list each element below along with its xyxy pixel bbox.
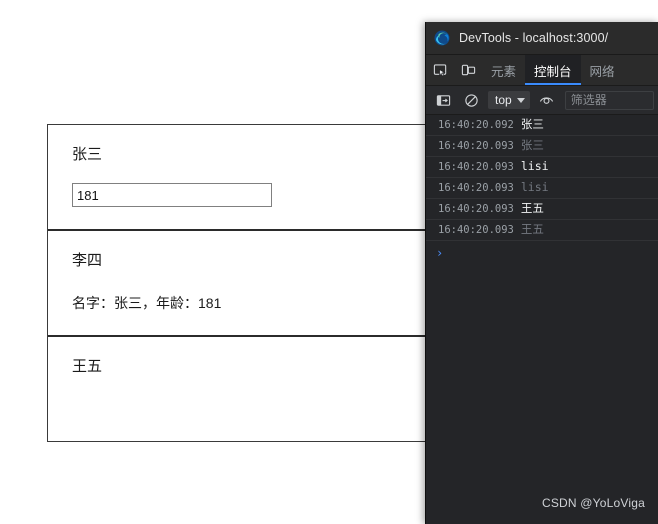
tab-label: 控制台 <box>534 64 572 79</box>
devtools-window-title: DevTools - localhost:3000/ <box>459 31 609 45</box>
console-message-row[interactable]: 16:40:20.093 王五 <box>426 199 658 220</box>
console-message-text: lisi <box>520 159 549 173</box>
console-message-text: 张三 <box>520 117 544 131</box>
console-toolbar: top <box>426 86 658 115</box>
console-input-prompt[interactable]: › <box>426 241 658 265</box>
console-message-row[interactable]: 16:40:20.092 张三 <box>426 115 658 136</box>
console-timestamp: 16:40:20.093 <box>438 161 514 173</box>
clear-console-icon[interactable] <box>457 93 485 108</box>
console-message-row[interactable]: 16:40:20.093 lisi <box>426 178 658 199</box>
console-timestamp: 16:40:20.093 <box>438 224 514 236</box>
console-message-row[interactable]: 16:40:20.093 lisi <box>426 157 658 178</box>
chevron-down-icon <box>516 97 525 103</box>
console-timestamp: 16:40:20.093 <box>438 182 514 194</box>
console-message-list[interactable]: 16:40:20.092 张三 16:40:20.093 张三 16:40:20… <box>426 115 658 524</box>
tab-label: 网络 <box>589 64 615 79</box>
tab-elements[interactable]: 元素 <box>482 55 525 85</box>
age-input[interactable] <box>72 183 272 207</box>
tab-console[interactable]: 控制台 <box>525 55 581 85</box>
console-message-text: 王五 <box>520 222 544 236</box>
console-message-row[interactable]: 16:40:20.093 张三 <box>426 136 658 157</box>
watermark-text: CSDN @YoLoViga <box>541 496 645 510</box>
tab-network[interactable]: 网络 <box>581 55 624 85</box>
devtools-tab-bar: 元素 控制台 网络 <box>426 55 658 86</box>
console-message-text: 王五 <box>520 201 544 215</box>
execution-context-select[interactable]: top <box>488 91 530 109</box>
console-timestamp: 16:40:20.092 <box>438 119 514 131</box>
console-message-text: 张三 <box>520 138 544 152</box>
eye-icon[interactable] <box>533 93 561 108</box>
devtools-window: DevTools - localhost:3000/ 元素 控制台 网络 top… <box>425 22 658 524</box>
console-sidebar-toggle-icon[interactable] <box>429 93 457 108</box>
console-message-text: lisi <box>520 180 549 194</box>
device-toolbar-icon[interactable] <box>454 55 482 85</box>
console-filter-input[interactable] <box>564 90 654 110</box>
edge-logo-icon <box>434 30 450 46</box>
console-timestamp: 16:40:20.093 <box>438 140 514 152</box>
devtools-titlebar: DevTools - localhost:3000/ <box>426 22 658 55</box>
tab-label: 元素 <box>491 64 517 79</box>
prompt-chevron-icon: › <box>436 246 444 260</box>
inspect-element-icon[interactable] <box>426 55 454 85</box>
console-timestamp: 16:40:20.093 <box>438 203 514 215</box>
execution-context-label: top <box>495 93 512 107</box>
console-message-row[interactable]: 16:40:20.093 王五 <box>426 220 658 241</box>
